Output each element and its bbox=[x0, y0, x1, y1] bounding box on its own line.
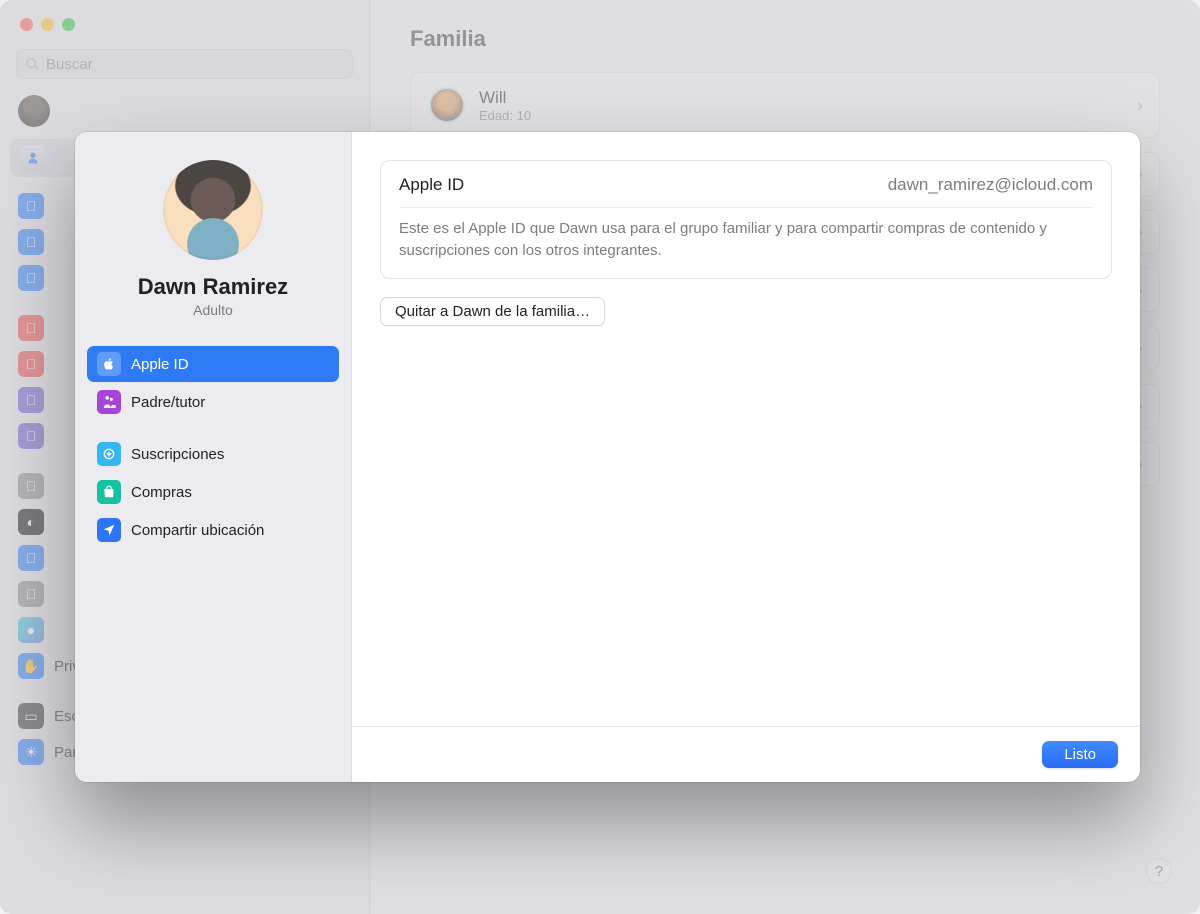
apple-id-panel: Apple ID dawn_ramirez@icloud.com Este es… bbox=[380, 160, 1112, 279]
profile-name: Dawn Ramirez bbox=[95, 274, 331, 300]
family-member-sheet: Dawn Ramirez Adulto Apple ID Padre/tutor bbox=[75, 132, 1140, 782]
sidebar-item-subscriptions[interactable]: Suscripciones bbox=[87, 436, 339, 472]
sidebar-item-label: Padre/tutor bbox=[131, 394, 205, 411]
avatar-icon bbox=[163, 160, 263, 260]
panel-label: Apple ID bbox=[399, 175, 464, 195]
sidebar-item-apple-id[interactable]: Apple ID bbox=[87, 346, 339, 382]
plus-circle-icon bbox=[97, 442, 121, 466]
sheet-sidebar: Dawn Ramirez Adulto Apple ID Padre/tutor bbox=[75, 132, 352, 782]
sidebar-item-label: Compras bbox=[131, 484, 192, 501]
sidebar-item-label: Suscripciones bbox=[131, 446, 224, 463]
button-label: Listo bbox=[1064, 746, 1096, 763]
apple-icon bbox=[97, 352, 121, 376]
location-arrow-icon bbox=[97, 518, 121, 542]
apple-id-value: dawn_ramirez@icloud.com bbox=[888, 175, 1093, 195]
bag-icon bbox=[97, 480, 121, 504]
sidebar-item-label: Apple ID bbox=[131, 356, 189, 373]
button-label: Quitar a Dawn de la familia… bbox=[395, 303, 590, 320]
profile-role: Adulto bbox=[95, 302, 331, 318]
panel-description: Este es el Apple ID que Dawn usa para el… bbox=[381, 208, 1111, 278]
sidebar-item-label: Compartir ubicación bbox=[131, 522, 264, 539]
sidebar-item-purchases[interactable]: Compras bbox=[87, 474, 339, 510]
sidebar-item-parent-guardian[interactable]: Padre/tutor bbox=[87, 384, 339, 420]
sidebar-item-share-location[interactable]: Compartir ubicación bbox=[87, 512, 339, 548]
parent-icon bbox=[97, 390, 121, 414]
done-button[interactable]: Listo bbox=[1042, 741, 1118, 768]
profile-header: Dawn Ramirez Adulto bbox=[87, 160, 339, 332]
sheet-main: Apple ID dawn_ramirez@icloud.com Este es… bbox=[352, 132, 1140, 782]
sheet-footer: Listo bbox=[352, 726, 1140, 782]
remove-from-family-button[interactable]: Quitar a Dawn de la familia… bbox=[380, 297, 605, 326]
